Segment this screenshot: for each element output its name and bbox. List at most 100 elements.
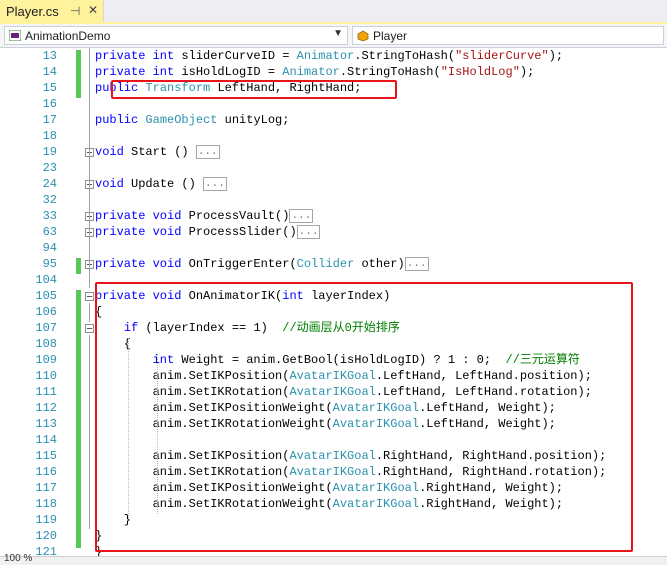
close-icon[interactable]: ✕ xyxy=(88,3,98,17)
code-token: Animator xyxy=(282,65,340,79)
line-number: 117 xyxy=(35,481,57,495)
zoom-level[interactable]: 100 % xyxy=(4,553,32,564)
code-line[interactable]: 94 xyxy=(0,240,667,256)
code-token: isHoldLogID = xyxy=(181,65,283,79)
code-token: ); xyxy=(519,65,535,79)
project-dropdown[interactable]: AnimationDemo ▼ xyxy=(4,26,348,45)
line-number: 14 xyxy=(42,65,57,79)
status-bar: 100 % xyxy=(0,553,667,565)
code-token: OnTriggerEnter( xyxy=(188,257,297,271)
line-number: 32 xyxy=(42,193,57,207)
code-token: private void xyxy=(95,225,189,239)
line-number: 18 xyxy=(42,129,57,143)
changed-lines-indicator xyxy=(76,290,81,548)
line-number: 114 xyxy=(35,433,57,447)
code-token: private void xyxy=(95,257,189,271)
code-line[interactable]: 18 xyxy=(0,128,667,144)
collapsed-region-indicator[interactable]: ... xyxy=(296,224,321,239)
line-number: 24 xyxy=(42,177,57,191)
chevron-down-icon: ▼ xyxy=(333,28,343,39)
code-token: ProcessVault() xyxy=(188,209,290,223)
tab-player-cs[interactable]: Player.cs ⊣ ✕ xyxy=(0,0,104,24)
line-number: 15 xyxy=(42,81,57,95)
line-number: 23 xyxy=(42,161,57,175)
code-text: private void ProcessVault()... xyxy=(95,208,314,224)
class-icon xyxy=(357,30,369,42)
code-token: ProcessSlider() xyxy=(188,225,297,239)
code-token: unityLog; xyxy=(224,113,290,127)
class-dropdown[interactable]: Player xyxy=(352,26,664,45)
code-editor[interactable]: 13 private int sliderCurveID = Animator.S… xyxy=(0,48,667,556)
line-number: 105 xyxy=(35,289,57,303)
line-number: 17 xyxy=(42,113,57,127)
line-number: 112 xyxy=(35,401,57,415)
code-text: private int sliderCurveID = Animator.Str… xyxy=(95,48,563,64)
code-line[interactable]: 33 private void ProcessVault()... xyxy=(0,208,667,224)
code-line[interactable]: 24 void Update () ... xyxy=(0,176,667,192)
collapsed-region-indicator[interactable]: ... xyxy=(289,208,314,223)
document-tab-strip: Player.cs ⊣ ✕ xyxy=(0,0,667,24)
code-token: Update () xyxy=(131,177,204,191)
pin-icon[interactable]: ⊣ xyxy=(70,4,80,18)
tab-title: Player.cs xyxy=(6,4,59,19)
code-line[interactable]: 19 void Start () ... xyxy=(0,144,667,160)
code-token: Start () xyxy=(131,145,196,159)
code-token: private void xyxy=(95,209,189,223)
code-text: void Start () ... xyxy=(95,144,220,160)
changed-lines-indicator xyxy=(76,258,81,274)
code-token: private int xyxy=(95,49,182,63)
highlight-transform-declaration xyxy=(111,80,397,99)
changed-lines-indicator xyxy=(76,50,81,98)
line-number: 107 xyxy=(35,321,57,335)
line-number: 120 xyxy=(35,529,57,543)
code-line[interactable]: 14 private int isHoldLogID = Animator.Str… xyxy=(0,64,667,80)
code-token: public xyxy=(95,113,146,127)
line-number: 104 xyxy=(35,273,57,287)
code-token: ); xyxy=(548,49,564,63)
collapsed-region-indicator[interactable]: ... xyxy=(404,256,429,271)
code-line[interactable]: 17 public GameObject unityLog; xyxy=(0,112,667,128)
collapse-onanimatorik-button[interactable] xyxy=(85,292,94,301)
class-name: Player xyxy=(373,29,408,43)
csharp-project-icon xyxy=(9,30,21,41)
code-text: void Update () ... xyxy=(95,176,227,192)
code-text: public GameObject unityLog; xyxy=(95,112,289,128)
line-number: 63 xyxy=(42,225,57,239)
line-number: 113 xyxy=(35,417,57,431)
code-line[interactable]: 32 xyxy=(0,192,667,208)
highlight-onanimatorik-method xyxy=(95,282,633,552)
collapse-if-button[interactable] xyxy=(85,324,94,333)
outline-line xyxy=(89,48,90,288)
line-number: 16 xyxy=(42,97,57,111)
code-token: Collider xyxy=(296,257,362,271)
code-text: private void ProcessSlider()... xyxy=(95,224,321,240)
line-number: 108 xyxy=(35,337,57,351)
code-text: private void OnTriggerEnter(Collider oth… xyxy=(95,256,429,272)
code-token: void xyxy=(95,145,132,159)
collapsed-region-indicator[interactable]: ... xyxy=(195,144,220,159)
code-line[interactable]: 23 xyxy=(0,160,667,176)
line-number: 119 xyxy=(35,513,57,527)
line-number: 115 xyxy=(35,449,57,463)
code-token: private int xyxy=(95,65,182,79)
line-number: 111 xyxy=(35,385,57,399)
code-line[interactable]: 13 private int sliderCurveID = Animator.S… xyxy=(0,48,667,64)
collapsed-region-indicator[interactable]: ... xyxy=(203,176,227,191)
code-token: "sliderCurve" xyxy=(455,49,549,63)
line-number: 116 xyxy=(35,465,57,479)
code-token: "IsHoldLog" xyxy=(440,65,520,79)
code-token: sliderCurveID = xyxy=(181,49,297,63)
line-number: 109 xyxy=(35,353,57,367)
line-number: 19 xyxy=(42,145,57,159)
line-number: 106 xyxy=(35,305,57,319)
code-line[interactable]: 63 private void ProcessSlider()... xyxy=(0,224,667,240)
navigation-bar: AnimationDemo ▼ Player xyxy=(0,24,667,48)
line-number: 94 xyxy=(42,241,57,255)
code-token: Animator xyxy=(296,49,355,63)
code-token: .StringToHash( xyxy=(339,65,441,79)
line-number: 118 xyxy=(35,497,57,511)
code-text: private int isHoldLogID = Animator.Strin… xyxy=(95,64,534,80)
code-token: void xyxy=(95,177,132,191)
code-line[interactable]: 95 private void OnTriggerEnter(Collider o… xyxy=(0,256,667,272)
outline-line xyxy=(89,335,90,529)
